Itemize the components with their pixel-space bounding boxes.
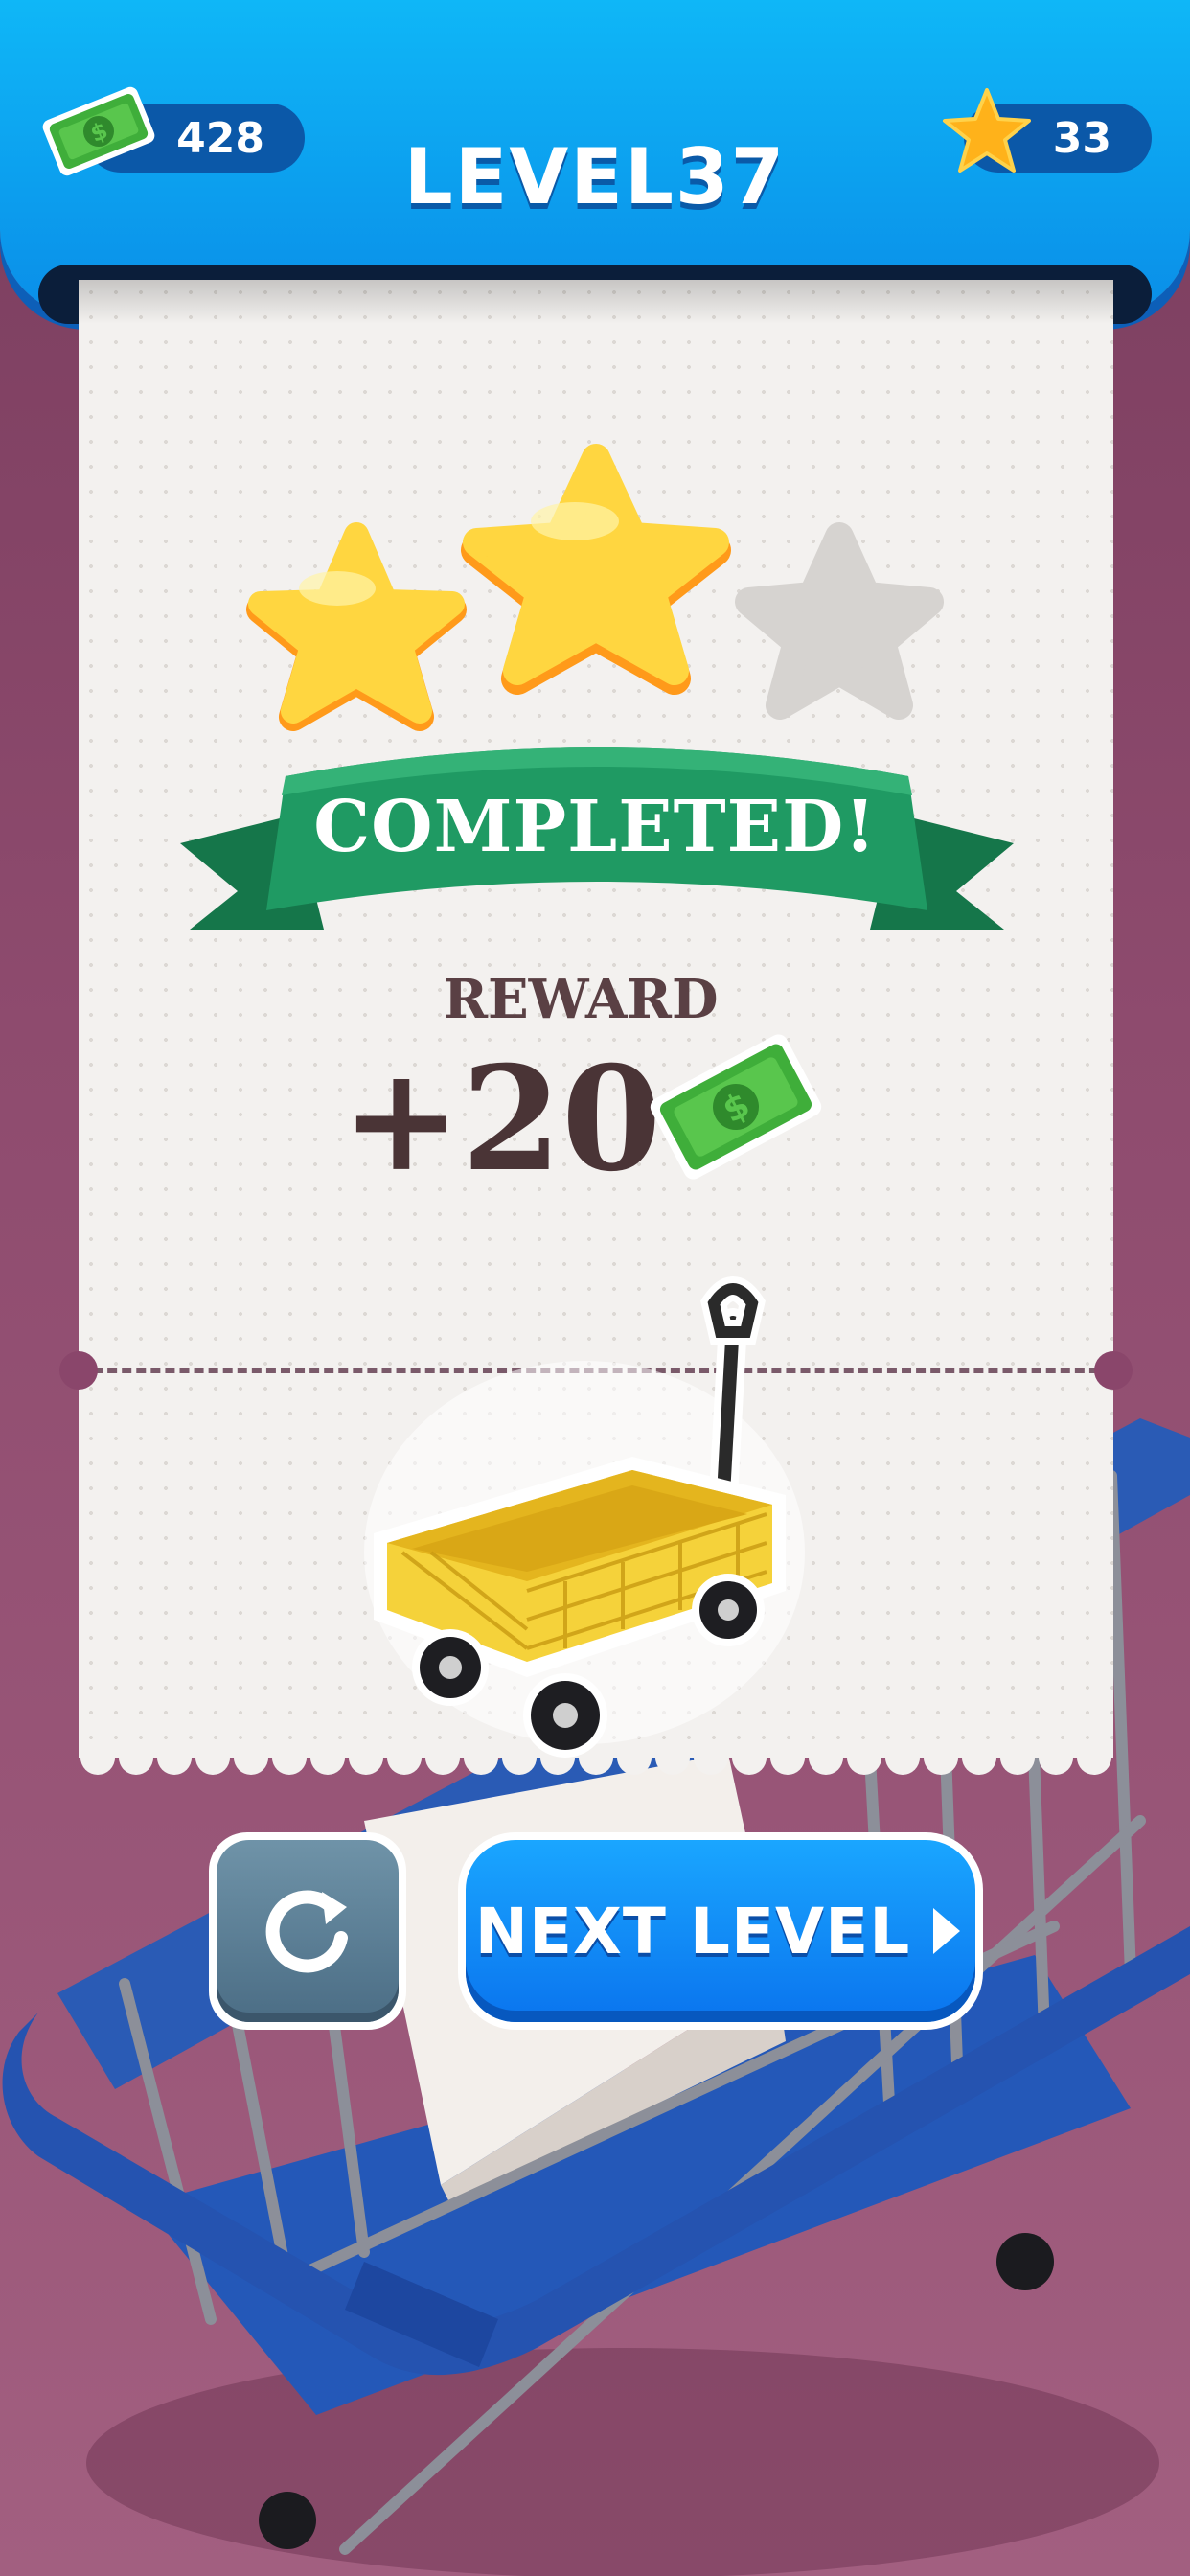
next-level-button-face[interactable]: NEXT LEVEL bbox=[466, 1840, 975, 2022]
ticket-notch-left bbox=[59, 1351, 98, 1390]
restart-button[interactable] bbox=[209, 1832, 406, 2030]
star-earned-1-icon bbox=[246, 522, 467, 731]
reward-cash-bill-icon: $ bbox=[640, 1025, 832, 1192]
next-level-button[interactable]: NEXT LEVEL bbox=[458, 1832, 983, 2030]
completed-banner-text: COMPLETED! bbox=[313, 786, 877, 868]
reward-label: REWARD bbox=[443, 968, 719, 1031]
restart-icon bbox=[265, 1890, 348, 1973]
play-triangle-icon bbox=[933, 1908, 961, 1954]
star-empty-3-icon bbox=[735, 522, 944, 720]
next-level-label: NEXT LEVEL bbox=[474, 1894, 911, 1968]
wagon-cart-icon bbox=[345, 1265, 824, 1786]
star-earned-2-icon bbox=[461, 444, 731, 695]
ticket-notch-right bbox=[1094, 1351, 1133, 1390]
restart-button-face[interactable] bbox=[217, 1840, 399, 2022]
stars-rating bbox=[246, 444, 944, 731]
reward-amount: +20 bbox=[341, 1035, 662, 1204]
